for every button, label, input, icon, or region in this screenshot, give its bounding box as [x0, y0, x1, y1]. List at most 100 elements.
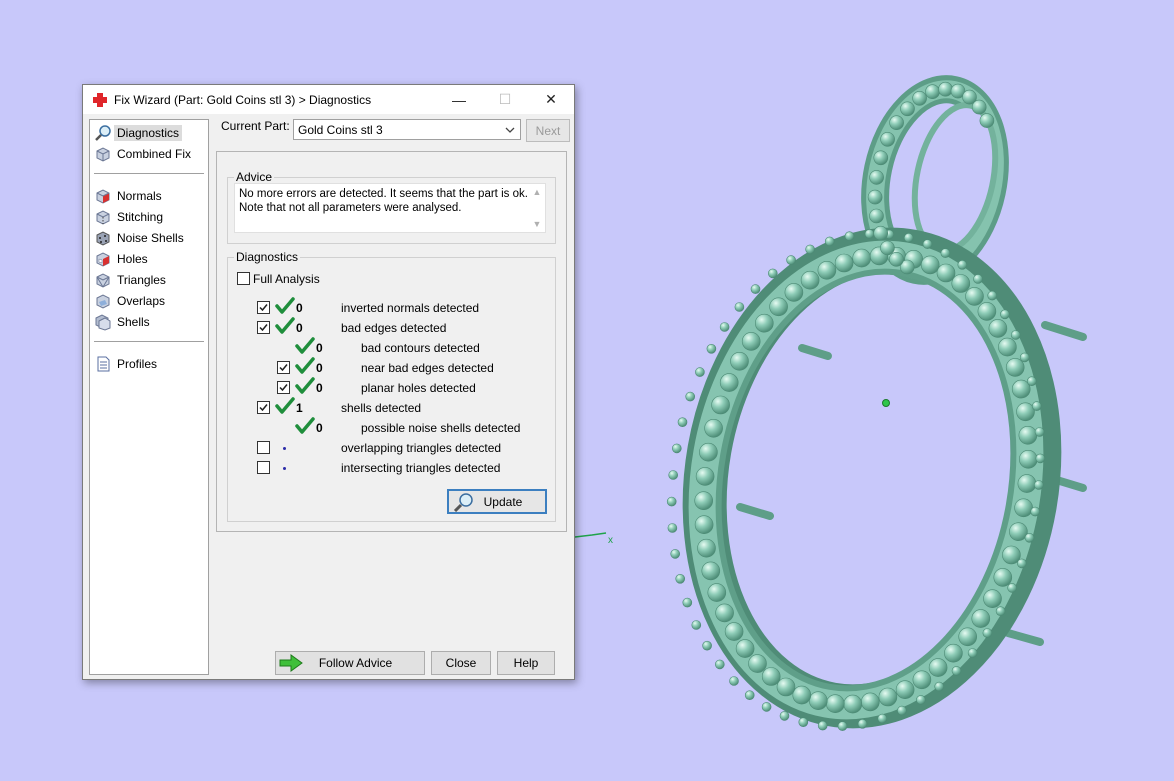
- pearl-bead: [670, 549, 681, 559]
- sidebar-divider: [94, 173, 204, 174]
- sidebar-item-stitching[interactable]: Stitching: [94, 207, 204, 227]
- green-check-icon: [295, 417, 315, 434]
- triangle-cube-icon: [96, 273, 110, 288]
- pearl-bead: [761, 702, 772, 712]
- not-analysed-dot-icon: [283, 467, 286, 470]
- gem-bead: [958, 627, 978, 647]
- not-analysed-dot-icon: [283, 447, 286, 450]
- scroll-down-icon[interactable]: ▼: [532, 220, 542, 229]
- pearl-bead: [685, 391, 696, 402]
- pearl-bead: [1019, 352, 1030, 363]
- gem-bead: [1017, 474, 1037, 493]
- near-bad-edges-checkbox[interactable]: [277, 361, 290, 374]
- noise-shells-count: 0: [316, 421, 323, 435]
- pearl-bead: [951, 666, 962, 676]
- next-button[interactable]: Next: [526, 119, 570, 142]
- gem-bead: [1016, 402, 1035, 422]
- sidebar-item-triangles[interactable]: Triangles: [94, 270, 204, 290]
- overlapping-triangles-checkbox[interactable]: [257, 441, 270, 454]
- close-button[interactable]: Close: [431, 651, 491, 675]
- pearl-bead: [682, 597, 693, 608]
- gem-bead: [695, 467, 715, 486]
- planar-holes-checkbox[interactable]: [277, 381, 290, 394]
- intersecting-triangles-checkbox[interactable]: [257, 461, 270, 474]
- scroll-up-icon[interactable]: ▲: [532, 188, 542, 197]
- gem-bead: [1019, 449, 1038, 469]
- pearl-bead: [824, 236, 835, 247]
- gem-bead: [694, 515, 714, 535]
- maximize-button[interactable]: ☐: [482, 85, 528, 114]
- pearl-bead: [677, 417, 688, 428]
- title-bar[interactable]: Fix Wizard (Part: Gold Coins stl 3) > Di…: [83, 85, 574, 114]
- pearl-bead: [1024, 532, 1035, 543]
- gem-bead: [951, 274, 971, 293]
- sidebar-item-noise-shells[interactable]: Noise Shells: [94, 228, 204, 248]
- gem-bead: [869, 208, 884, 224]
- sidebar-item-diagnostics[interactable]: Diagnostics: [94, 123, 204, 143]
- gem-bead: [808, 691, 828, 711]
- sidebar-item-label: Shells: [117, 315, 150, 329]
- sidebar-item-profiles[interactable]: Profiles: [94, 354, 204, 374]
- gem-bead: [925, 84, 940, 99]
- advice-text-box[interactable]: No more errors are detected. It seems th…: [234, 183, 546, 233]
- follow-advice-button[interactable]: Follow Advice: [275, 651, 425, 675]
- pearl-bead: [1000, 309, 1010, 320]
- pearl-bead: [844, 231, 855, 241]
- gem-bead: [852, 248, 872, 268]
- full-analysis-checkbox[interactable]: [237, 272, 250, 285]
- minimize-button[interactable]: —: [436, 85, 482, 114]
- bad-contours-count: 0: [316, 341, 323, 355]
- sidebar-item-label: Stitching: [117, 210, 164, 224]
- sidebar-item-overlaps[interactable]: Overlaps: [94, 291, 204, 311]
- pearl-bead: [702, 640, 712, 651]
- pearl-bead: [1007, 583, 1017, 593]
- sidebar-item-normals[interactable]: Normals: [94, 186, 204, 206]
- pearl-bead: [837, 721, 848, 731]
- pearl-bead: [934, 681, 945, 692]
- help-button[interactable]: Help: [497, 651, 555, 675]
- gem-bead: [1009, 522, 1028, 542]
- gem-bead: [699, 442, 718, 462]
- bad-edges-checkbox[interactable]: [257, 321, 270, 334]
- update-button[interactable]: Update: [447, 489, 547, 514]
- full-analysis-label: Full Analysis: [253, 272, 320, 286]
- shells-checkbox[interactable]: [257, 401, 270, 414]
- chevron-down-icon[interactable]: [502, 121, 518, 138]
- sidebar-item-combined-fix[interactable]: Combined Fix: [94, 144, 204, 164]
- pearl-bead: [666, 496, 677, 507]
- overlap-cube-icon: [96, 294, 110, 309]
- gem-bead: [867, 189, 883, 205]
- inverted-normals-checkbox[interactable]: [257, 301, 270, 314]
- pearl-bead: [973, 274, 983, 284]
- pearl-bead: [798, 717, 809, 728]
- gem-bead: [912, 670, 932, 690]
- bad-edges-label: bad edges detected: [341, 321, 447, 335]
- close-window-button[interactable]: ✕: [528, 85, 574, 114]
- sidebar-item-holes[interactable]: Holes: [94, 249, 204, 269]
- pearl-bead: [719, 322, 730, 332]
- gem-bead: [873, 150, 889, 166]
- gem-bead: [707, 583, 727, 602]
- gem-bead: [860, 692, 880, 712]
- pearl-bead: [695, 367, 705, 377]
- gem-bead: [843, 694, 863, 714]
- pearl-bead: [877, 713, 888, 724]
- sidebar-item-shells[interactable]: Shells: [94, 312, 204, 332]
- gem-bead: [938, 81, 953, 97]
- gem-bead: [944, 643, 963, 663]
- gem-bead: [1005, 358, 1025, 377]
- pearl-bead: [1035, 453, 1046, 464]
- sidebar-item-label: Profiles: [117, 357, 158, 371]
- gem-bead: [936, 263, 956, 283]
- pearl-bead: [1010, 330, 1021, 340]
- inverted-normals-label: inverted normals detected: [341, 301, 480, 315]
- gem-bead: [920, 255, 940, 275]
- gem-bead: [800, 270, 820, 290]
- follow-advice-label: Follow Advice: [318, 656, 393, 670]
- gem-bead: [719, 373, 739, 392]
- pearl-bead: [786, 255, 796, 265]
- gem-bead: [730, 351, 749, 371]
- sidebar-item-label: Combined Fix: [117, 147, 192, 161]
- sidebar-item-label: Diagnostics: [114, 125, 183, 141]
- current-part-select[interactable]: Gold Coins stl 3: [293, 119, 521, 140]
